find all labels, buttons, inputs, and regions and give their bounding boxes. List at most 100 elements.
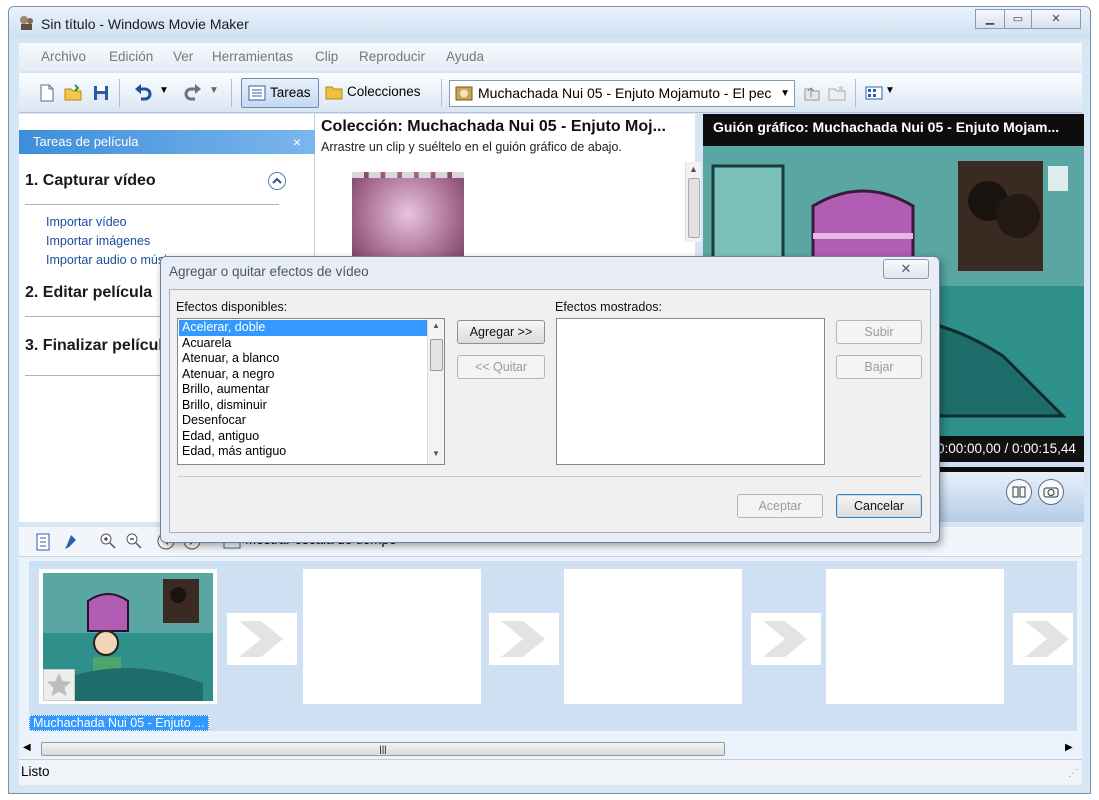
effects-scrollbar[interactable]: ▲ ▼ (427, 319, 444, 464)
close-icon: ✕ (1051, 13, 1061, 25)
scroll-left-icon[interactable]: ◀ (23, 742, 31, 753)
ok-button[interactable]: Aceptar (737, 494, 823, 518)
collection-film-icon (455, 86, 473, 101)
collections-button[interactable]: Colecciones (319, 78, 435, 108)
effect-item[interactable]: Acelerar, doble (179, 320, 427, 336)
minimize-button[interactable]: ▁ (975, 9, 1005, 29)
available-effects-label: Efectos disponibles: (176, 300, 288, 314)
collection-select[interactable]: Muchachada Nui 05 - Enjuto Mojamuto - El… (449, 80, 795, 107)
undo-dropdown-icon[interactable]: ▼ (159, 85, 169, 96)
task-pane-close-icon[interactable]: × (293, 130, 301, 154)
effect-item[interactable]: Acuarela (179, 336, 427, 352)
cancel-button[interactable]: Cancelar (836, 494, 922, 518)
storyboard-hscrollbar[interactable]: ◀ ||| ▶ (17, 741, 1075, 757)
menu-clip[interactable]: Clip (315, 49, 338, 64)
storyboard-empty-frame-3[interactable] (564, 569, 742, 704)
views-icon[interactable] (864, 83, 884, 103)
menu-herramientas[interactable]: Herramientas (212, 49, 293, 64)
task-section-edit[interactable]: 2. Editar película (25, 284, 152, 302)
transition-slot-1[interactable] (227, 613, 297, 665)
effect-item[interactable]: Edad, más antiguo (179, 444, 427, 460)
transition-slot-2[interactable] (489, 613, 559, 665)
tasks-icon (248, 85, 266, 101)
up-level-icon[interactable] (801, 83, 821, 103)
effect-star-icon[interactable] (43, 669, 75, 701)
title-bar: Sin título - Windows Movie Maker ▁ ▭ ✕ (9, 7, 1090, 39)
minimize-icon: ▁ (985, 13, 995, 25)
effect-item[interactable]: Atenuar, a blanco (179, 351, 427, 367)
transition-arrow-icon (763, 621, 807, 657)
menu-ayuda[interactable]: Ayuda (446, 49, 484, 64)
resize-grip-icon[interactable]: ⋰ (1068, 762, 1078, 786)
storyboard-clip-frame[interactable] (39, 569, 217, 704)
storyboard-empty-frame-4[interactable] (826, 569, 1004, 704)
tasks-label: Tareas (270, 85, 311, 100)
menu-bar: Archivo Edición Ver Herramientas Clip Re… (19, 43, 1082, 71)
menu-ver[interactable]: Ver (173, 49, 193, 64)
transition-slot-4[interactable] (1013, 613, 1073, 665)
shown-effects-list[interactable] (556, 318, 825, 465)
link-import-video[interactable]: Importar vídeo (46, 215, 127, 229)
hscroll-thumb[interactable]: ||| (41, 742, 725, 756)
views-dropdown-icon[interactable]: ▼ (885, 85, 895, 96)
toolbar: ▼ ▼ Tareas Colecciones Muchachada Nui 05… (19, 73, 1082, 113)
task-pane-title: Tareas de película (33, 134, 139, 149)
move-up-button[interactable]: Subir (836, 320, 922, 344)
redo-icon[interactable] (183, 83, 203, 103)
split-clip-icon[interactable] (1005, 478, 1033, 506)
remove-effect-button[interactable]: << Quitar (457, 355, 545, 379)
collection-select-value: Muchachada Nui 05 - Enjuto Mojamuto - El… (478, 85, 772, 101)
chevron-down-icon: ▼ (780, 88, 790, 99)
collapse-chevron-icon[interactable] (267, 171, 287, 191)
tasks-button[interactable]: Tareas (241, 78, 319, 108)
open-project-icon[interactable] (63, 83, 83, 103)
dialog-body: Efectos disponibles: Acelerar, doble Acu… (169, 289, 931, 533)
scroll-up-icon[interactable]: ▲ (432, 321, 440, 330)
add-effect-button[interactable]: Agregar >> (457, 320, 545, 344)
star-icon (47, 673, 71, 696)
move-down-button[interactable]: Bajar (836, 355, 922, 379)
transition-arrow-icon (1025, 621, 1069, 657)
status-text: Listo (21, 764, 50, 779)
narration-mic-icon[interactable] (61, 533, 79, 551)
collection-scrollbar[interactable]: ▲ (685, 162, 701, 242)
effect-item[interactable]: Edad, antiguo (179, 429, 427, 445)
task-section-finish[interactable]: 3. Finalizar película (25, 337, 172, 355)
zoom-in-icon[interactable] (99, 532, 117, 550)
effect-item[interactable]: Brillo, aumentar (179, 382, 427, 398)
new-folder-icon[interactable] (827, 83, 847, 103)
scroll-right-icon[interactable]: ▶ (1065, 742, 1073, 753)
transition-arrow-icon (501, 621, 545, 657)
storyboard-empty-frame-2[interactable] (303, 569, 481, 704)
collections-folder-icon (325, 86, 343, 100)
task-pane-header: Tareas de película × (19, 130, 315, 154)
scroll-down-icon[interactable]: ▼ (432, 449, 440, 458)
maximize-icon: ▭ (1012, 13, 1024, 25)
available-effects-list[interactable]: Acelerar, doble Acuarela Atenuar, a blan… (177, 318, 445, 465)
transition-arrow-icon (239, 621, 283, 657)
maximize-button[interactable]: ▭ (1004, 9, 1032, 29)
task-section-capture[interactable]: 1. Capturar vídeo (25, 172, 156, 190)
scroll-thumb[interactable] (688, 178, 700, 238)
new-project-icon[interactable] (37, 83, 57, 103)
scroll-up-icon[interactable]: ▲ (689, 164, 698, 174)
menu-reproducir[interactable]: Reproducir (359, 49, 425, 64)
save-icon[interactable] (91, 83, 111, 103)
snapshot-camera-icon[interactable] (1037, 478, 1065, 506)
storyboard-view-icon[interactable] (35, 533, 51, 551)
effect-item[interactable]: Atenuar, a negro (179, 367, 427, 383)
transition-slot-3[interactable] (751, 613, 821, 665)
zoom-out-icon[interactable] (125, 532, 143, 550)
close-button[interactable]: ✕ (1031, 9, 1081, 29)
collection-clip-thumbnail[interactable] (352, 172, 464, 268)
dialog-close-button[interactable]: ✕ (883, 259, 929, 279)
storyboard-clip-label[interactable]: Muchachada Nui 05 - Enjuto ... (29, 715, 209, 731)
effects-scroll-thumb[interactable] (430, 339, 443, 371)
menu-edicion[interactable]: Edición (109, 49, 153, 64)
menu-archivo[interactable]: Archivo (41, 49, 86, 64)
undo-icon[interactable] (133, 83, 153, 103)
link-import-images[interactable]: Importar imágenes (46, 234, 150, 248)
redo-dropdown-icon[interactable]: ▼ (209, 85, 219, 96)
effect-item[interactable]: Desenfocar (179, 413, 427, 429)
effect-item[interactable]: Brillo, disminuir (179, 398, 427, 414)
